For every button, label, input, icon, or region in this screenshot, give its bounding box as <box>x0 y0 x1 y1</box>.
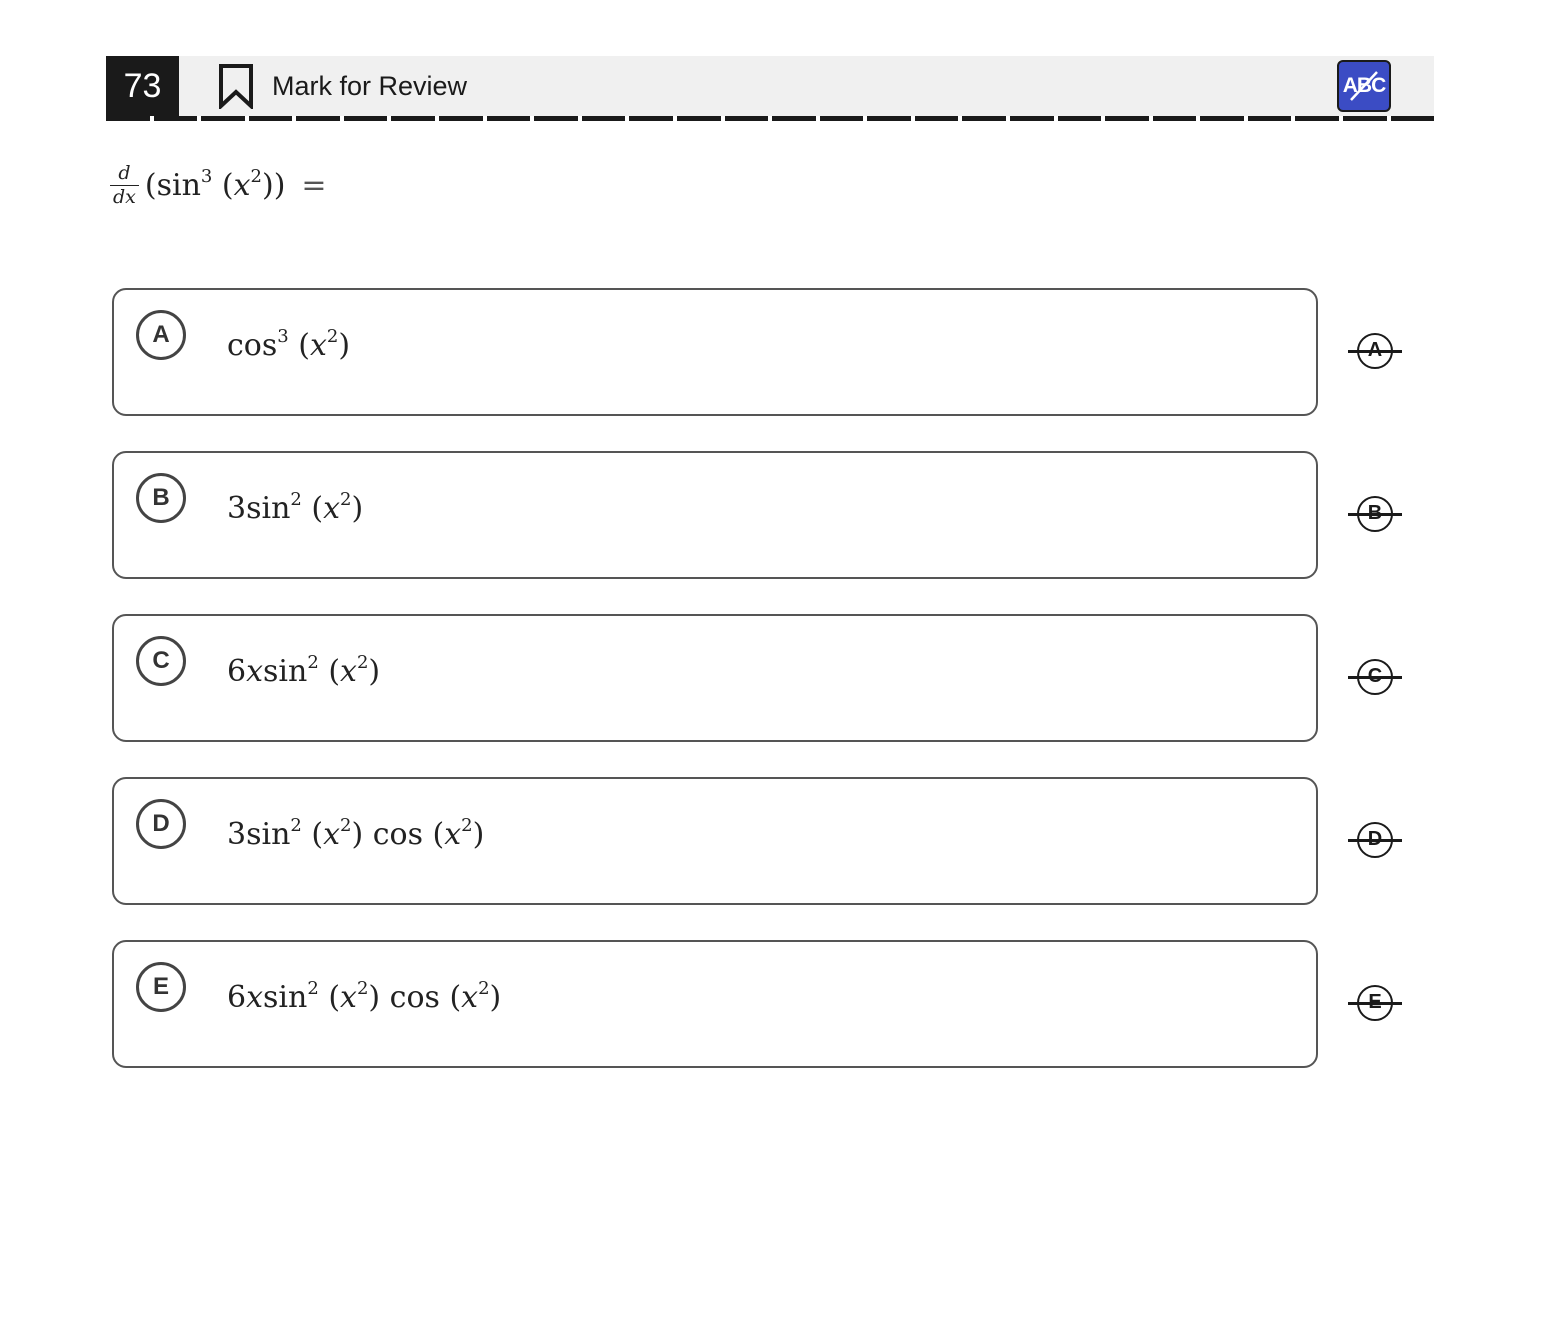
question-stem: d dx (sin3 (x2)) = <box>110 160 327 210</box>
question-progress-dashes <box>106 116 1435 122</box>
mark-for-review-label: Mark for Review <box>272 70 468 101</box>
bookmark-icon <box>219 64 253 109</box>
eliminate-choice-c-button[interactable]: C <box>1348 656 1402 698</box>
eliminate-choice-e-button[interactable]: E <box>1348 982 1402 1024</box>
option-letter-badge: A <box>136 310 186 360</box>
derivative-operator: d dx <box>110 163 139 207</box>
option-letter-badge: B <box>136 473 186 523</box>
strike-line <box>1348 839 1402 842</box>
option-row-b: B 3sin2 (x2) B <box>112 451 1412 579</box>
equals-sign: = <box>301 167 327 203</box>
option-expression: 3sin2 (x2) cos (x2) <box>227 815 485 853</box>
answer-choice-d[interactable]: D 3sin2 (x2) cos (x2) <box>112 777 1318 905</box>
option-row-e: E 6xsin2 (x2) cos (x2) E <box>112 940 1412 1068</box>
option-expression: cos3 (x2) <box>227 326 351 364</box>
question-number: 73 <box>106 56 179 116</box>
answer-choice-a[interactable]: A cos3 (x2) <box>112 288 1318 416</box>
answer-choice-e[interactable]: E 6xsin2 (x2) cos (x2) <box>112 940 1318 1068</box>
strike-line <box>1348 350 1402 353</box>
answer-options: A cos3 (x2) A B 3sin2 (x2) B C 6xsin2 (x… <box>112 288 1412 1103</box>
mark-for-review-button[interactable]: Mark for Review <box>218 56 467 116</box>
question-header: 73 Mark for Review ABC <box>106 56 1434 116</box>
option-row-a: A cos3 (x2) A <box>112 288 1412 416</box>
option-row-d: D 3sin2 (x2) cos (x2) D <box>112 777 1412 905</box>
option-letter-badge: D <box>136 799 186 849</box>
strike-line <box>1348 1002 1402 1005</box>
option-letter-badge: C <box>136 636 186 686</box>
strikethrough-icon <box>1350 71 1378 101</box>
answer-choice-b[interactable]: B 3sin2 (x2) <box>112 451 1318 579</box>
option-expression: 3sin2 (x2) <box>227 489 364 527</box>
question-expression: (sin3 (x2)) <box>144 165 286 203</box>
option-letter-badge: E <box>136 962 186 1012</box>
strike-line <box>1348 676 1402 679</box>
option-expression: 6xsin2 (x2) cos (x2) <box>227 978 502 1016</box>
option-expression: 6xsin2 (x2) <box>227 652 381 690</box>
answer-eliminator-toggle-button[interactable]: ABC <box>1337 60 1391 112</box>
eliminate-choice-a-button[interactable]: A <box>1348 330 1402 372</box>
answer-choice-c[interactable]: C 6xsin2 (x2) <box>112 614 1318 742</box>
strike-line <box>1348 513 1402 516</box>
eliminate-choice-b-button[interactable]: B <box>1348 493 1402 535</box>
eliminate-choice-d-button[interactable]: D <box>1348 819 1402 861</box>
option-row-c: C 6xsin2 (x2) C <box>112 614 1412 742</box>
